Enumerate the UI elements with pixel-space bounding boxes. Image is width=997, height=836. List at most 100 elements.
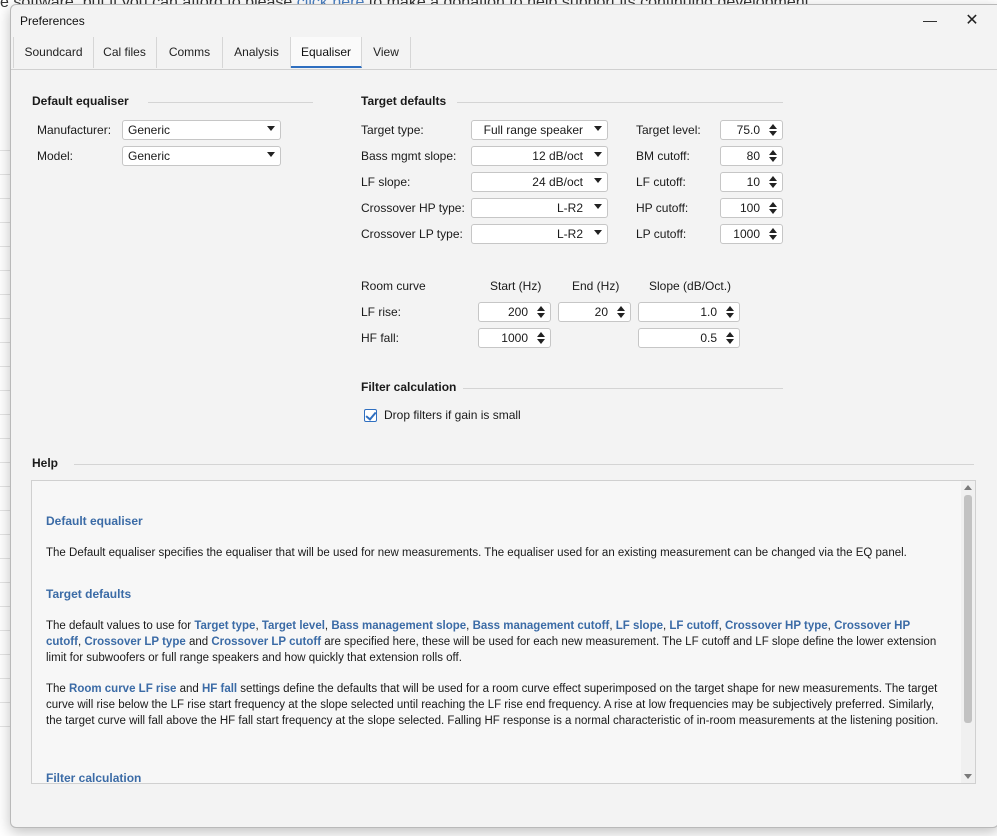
- lf-cutoff-spinner[interactable]: 10: [720, 172, 783, 192]
- spin-up-icon[interactable]: [726, 306, 734, 311]
- help-paragraph-default-equaliser: The Default equaliser specifies the equa…: [46, 547, 907, 559]
- default-equaliser-title: Default equaliser: [32, 94, 129, 108]
- chevron-down-icon: [594, 178, 602, 183]
- hp-cutoff-value: 100: [739, 201, 760, 215]
- lf-rise-start-spinner[interactable]: 200: [478, 302, 551, 322]
- spin-up-icon[interactable]: [769, 228, 777, 233]
- spin-up-icon[interactable]: [769, 176, 777, 181]
- spin-down-icon[interactable]: [769, 131, 777, 136]
- target-type-select[interactable]: Full range speaker: [471, 120, 608, 140]
- spin-up-icon[interactable]: [769, 150, 777, 155]
- lf-rise-start-value: 200: [507, 305, 528, 319]
- bm-cutoff-label: BM cutoff:: [636, 149, 690, 163]
- tab-analysis[interactable]: Analysis: [223, 37, 291, 68]
- end-hz-header: End (Hz): [572, 279, 620, 293]
- spin-down-icon[interactable]: [726, 313, 734, 318]
- lp-cutoff-value: 1000: [733, 227, 760, 241]
- help-scrollbar[interactable]: [961, 481, 975, 783]
- help-rule: [74, 464, 974, 465]
- minimize-icon: —: [923, 12, 937, 28]
- checkmark-icon: [365, 409, 377, 421]
- scrollbar-thumb[interactable]: [964, 495, 972, 723]
- crossover-hp-type-select[interactable]: L-R2: [471, 198, 608, 218]
- model-select[interactable]: Generic: [122, 146, 281, 166]
- help-heading-target-defaults: Target defaults: [46, 587, 132, 601]
- start-hz-header: Start (Hz): [490, 279, 542, 293]
- spin-down-icon[interactable]: [769, 157, 777, 162]
- bass-mgmt-slope-label: Bass mgmt slope:: [361, 149, 457, 163]
- target-level-spinner[interactable]: 75.0: [720, 120, 783, 140]
- target-type-value: Full range speaker: [483, 123, 583, 137]
- spin-up-icon[interactable]: [769, 124, 777, 129]
- spin-up-icon[interactable]: [537, 306, 545, 311]
- target-defaults-rule: [457, 102, 783, 103]
- lp-cutoff-label: LP cutoff:: [636, 227, 687, 241]
- lf-rise-slope-spinner[interactable]: 1.0: [638, 302, 740, 322]
- spin-up-icon[interactable]: [537, 332, 545, 337]
- drop-filters-checkbox[interactable]: [364, 409, 377, 422]
- hf-fall-slope-spinner[interactable]: 0.5: [638, 328, 740, 348]
- room-curve-label: Room curve: [361, 279, 426, 293]
- help-text: The default values to use for: [46, 620, 195, 632]
- lp-cutoff-spinner[interactable]: 1000: [720, 224, 783, 244]
- model-value: Generic: [128, 149, 171, 163]
- close-button[interactable]: ✕: [949, 5, 995, 35]
- lf-slope-value: 24 dB/oct: [532, 175, 583, 189]
- minimize-button[interactable]: —: [907, 5, 953, 35]
- default-equaliser-rule: [148, 102, 313, 103]
- spin-down-icon[interactable]: [726, 339, 734, 344]
- help-paragraph-room-curve: The Room curve LF rise and HF fall setti…: [46, 681, 946, 729]
- help-keyword-target-type: Target type: [194, 620, 256, 632]
- chevron-down-icon: [267, 126, 275, 131]
- target-type-label: Target type:: [361, 123, 424, 137]
- tab-equaliser[interactable]: Equaliser: [291, 37, 362, 68]
- spin-down-icon[interactable]: [537, 339, 545, 344]
- chevron-down-icon: [594, 126, 602, 131]
- hf-fall-start-value: 1000: [501, 331, 528, 345]
- scroll-down-icon[interactable]: [964, 774, 972, 779]
- tab-comms[interactable]: Comms: [157, 37, 223, 68]
- bm-cutoff-spinner[interactable]: 80: [720, 146, 783, 166]
- spin-down-icon[interactable]: [537, 313, 545, 318]
- spin-down-icon[interactable]: [769, 209, 777, 214]
- spin-up-icon[interactable]: [617, 306, 625, 311]
- help-heading-filter-calculation: Filter calculation: [46, 771, 142, 784]
- scroll-up-icon[interactable]: [964, 485, 972, 490]
- spin-up-icon[interactable]: [769, 202, 777, 207]
- spin-down-icon[interactable]: [769, 235, 777, 240]
- help-keyword-hf-fall: HF fall: [201, 683, 238, 695]
- crossover-lp-type-select[interactable]: L-R2: [471, 224, 608, 244]
- target-defaults-title: Target defaults: [361, 94, 447, 108]
- drop-filters-label[interactable]: Drop filters if gain is small: [384, 408, 521, 422]
- help-keyword-room-curve-lf-rise: Room curve LF rise: [69, 683, 177, 695]
- bm-cutoff-value: 80: [746, 149, 760, 163]
- spin-down-icon[interactable]: [617, 313, 625, 318]
- hp-cutoff-spinner[interactable]: 100: [720, 198, 783, 218]
- chevron-down-icon: [267, 152, 275, 157]
- preferences-dialog: Preferences — ✕ Soundcard Cal files Comm…: [10, 4, 997, 828]
- help-text: and: [176, 683, 202, 695]
- lf-slope-select[interactable]: 24 dB/oct: [471, 172, 608, 192]
- help-keyword-bass-management-slope: Bass management slope: [331, 620, 467, 632]
- bass-mgmt-slope-select[interactable]: 12 dB/oct: [471, 146, 608, 166]
- manufacturer-select[interactable]: Generic: [122, 120, 281, 140]
- filter-calculation-rule: [463, 388, 783, 389]
- hf-fall-slope-value: 0.5: [700, 331, 717, 345]
- lf-rise-end-spinner[interactable]: 20: [558, 302, 631, 322]
- help-title: Help: [32, 456, 59, 470]
- crossover-lp-type-value: L-R2: [556, 227, 583, 241]
- spin-up-icon[interactable]: [726, 332, 734, 337]
- help-panel[interactable]: Default equaliser The Default equaliser …: [31, 480, 976, 784]
- help-paragraph-target-defaults: The default values to use for Target typ…: [46, 618, 946, 666]
- tab-bar: Soundcard Cal files Comms Analysis Equal…: [11, 37, 997, 70]
- tab-cal-files[interactable]: Cal files: [93, 37, 157, 68]
- tab-soundcard[interactable]: Soundcard: [13, 37, 94, 68]
- lf-rise-label: LF rise:: [361, 305, 402, 319]
- bass-mgmt-slope-value: 12 dB/oct: [532, 149, 583, 163]
- help-keyword-crossover-lp-type: Crossover LP type: [84, 636, 186, 648]
- slope-header: Slope (dB/Oct.): [649, 279, 732, 293]
- spin-down-icon[interactable]: [769, 183, 777, 188]
- hf-fall-start-spinner[interactable]: 1000: [478, 328, 551, 348]
- tab-view[interactable]: View: [362, 37, 411, 68]
- help-keyword-target-level: Target level: [261, 620, 325, 632]
